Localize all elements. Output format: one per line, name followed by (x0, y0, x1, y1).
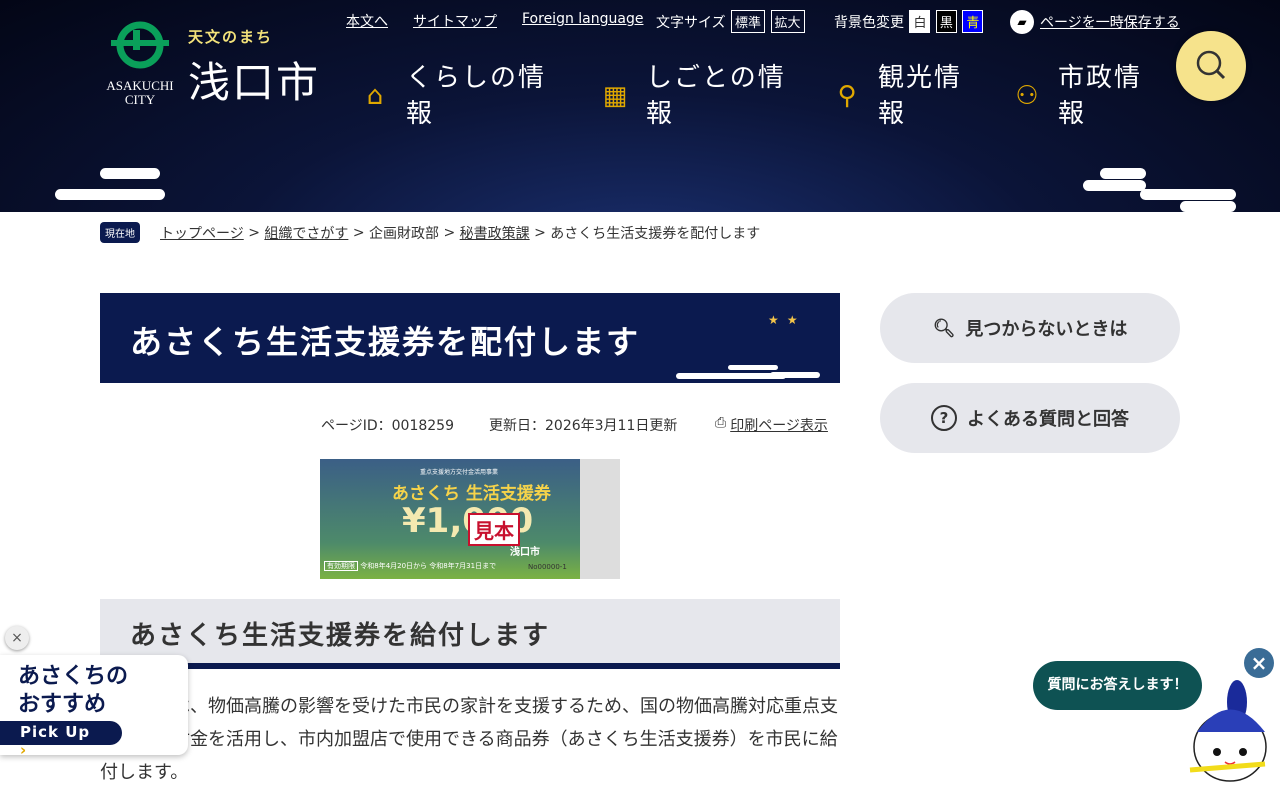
breadcrumb: 現在地 トップページ > 組織でさがす > 企画財政部 > 秘書政策課 > あさ… (100, 222, 760, 243)
bg-color-control: 背景色変更 白 黒 青 (834, 10, 984, 33)
font-size-large-button[interactable]: 拡大 (770, 10, 805, 33)
cloud-decoration (55, 189, 165, 200)
house-icon: ⌂ (366, 81, 386, 111)
cloud-decoration (1180, 201, 1236, 212)
updated-date: 更新日：2026年3月11日更新 (489, 418, 678, 434)
cloud-decoration (1140, 189, 1236, 200)
tagline: 天文のまち (188, 28, 274, 46)
city-wordmark[interactable]: 天文のまち 浅口市 (188, 26, 320, 110)
site-header: ASAKUCHI CITY 天文のまち 浅口市 本文へ サイトマップ Forei… (0, 0, 1280, 212)
page-id: ページID：0018259 (321, 418, 454, 434)
nav-living[interactable]: ⌂ くらしの情報 (360, 60, 556, 132)
support-ticket-image: 重点支援地方交付金活用事業 あさくち 生活支援券 ¥1,000 見本 浅口市 有… (320, 459, 620, 579)
city-name: 浅口市 (188, 58, 321, 107)
page-title: あさくち生活支援券を配付します ★ ★ (100, 293, 840, 383)
breadcrumb-link[interactable]: 秘書政策課 (460, 223, 530, 243)
nav-work[interactable]: ▦ しごとの情報 (600, 60, 796, 132)
cloud-decoration (1100, 168, 1146, 179)
bg-black-button[interactable]: 黒 (935, 10, 957, 33)
skip-to-content-link[interactable]: 本文へ (346, 14, 388, 30)
font-size-label: 文字サイズ (656, 15, 726, 31)
cloud-decoration (1083, 180, 1146, 191)
mascot-icon[interactable] (1185, 672, 1275, 792)
question-icon: ? (931, 405, 957, 431)
bg-blue-button[interactable]: 青 (962, 10, 984, 33)
nav-label: 市政情報 (1058, 63, 1143, 129)
section-heading: あさくち生活支援券を給付します (100, 599, 840, 669)
document-search-icon: 🔍︎ (932, 317, 956, 339)
pickup-close-button[interactable]: × (5, 626, 29, 650)
city-emblem-logo[interactable]: ASAKUCHI CITY (100, 20, 180, 107)
breadcrumb-item: 企画財政部 (369, 225, 440, 242)
chatbot-bubble[interactable]: 質問にお答えします！ (1033, 661, 1202, 710)
chevron-right-icon: › (20, 741, 28, 759)
bg-white-button[interactable]: 白 (909, 10, 931, 33)
current-location-badge: 現在地 (100, 222, 140, 243)
nav-label: しごとの情報 (646, 63, 786, 129)
nav-label: くらしの情報 (406, 63, 547, 129)
logo-text: ASAKUCHI (106, 78, 174, 93)
foreign-language-link[interactable]: Foreign language (522, 11, 643, 27)
save-page-link[interactable]: ページを一時保存する (1040, 12, 1180, 32)
building-icon: ▦ (602, 81, 630, 111)
font-size-standard-button[interactable]: 標準 (731, 10, 766, 33)
logo-text: CITY (124, 92, 156, 107)
search-icon (1196, 50, 1226, 80)
pickup-banner[interactable]: あさくちの おすすめ Pick Up › (0, 655, 188, 759)
map-pin-icon: ⚲ (837, 81, 859, 111)
bg-color-label: 背景色変更 (834, 15, 904, 31)
breadcrumb-link[interactable]: 組織でさがす (264, 223, 348, 243)
folder-icon: ▰ (1010, 10, 1034, 34)
emblem-icon (111, 21, 169, 69)
print-page-link[interactable]: 印刷ページ表示 (730, 415, 828, 435)
nav-city-government[interactable]: ⚇ 市政情報 (1012, 60, 1148, 132)
font-size-control: 文字サイズ 標準 拡大 (656, 10, 805, 33)
cloud-decoration (100, 168, 160, 179)
nav-label: 観光情報 (878, 63, 963, 129)
search-button[interactable] (1176, 31, 1246, 101)
star-decoration: ★ ★ (768, 313, 800, 327)
people-icon: ⚇ (1015, 81, 1041, 111)
sitemap-link[interactable]: サイトマップ (413, 14, 497, 30)
faq-button[interactable]: ? よくある質問と回答 (880, 383, 1180, 453)
breadcrumb-current: あさくち生活支援券を配付します (550, 225, 761, 242)
not-found-button[interactable]: 🔍︎ 見つからないときは (880, 293, 1180, 363)
breadcrumb-link[interactable]: トップページ (160, 223, 244, 243)
nav-tourism[interactable]: ⚲ 観光情報 (832, 60, 968, 132)
pickup-button[interactable]: Pick Up › (0, 721, 122, 759)
printer-icon: ⎙ (715, 415, 727, 431)
body-text: 浅口市では、物価高騰の影響を受けた市民の家計を支援するため、国の物価高騰対応重点… (100, 696, 838, 783)
